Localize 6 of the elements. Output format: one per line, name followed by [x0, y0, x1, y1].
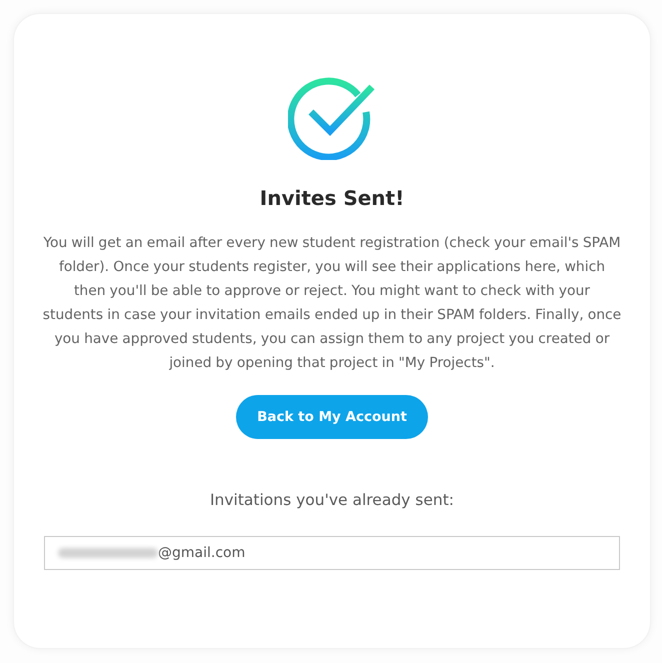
- invitations-heading: Invitations you've already sent:: [210, 490, 454, 511]
- email-field[interactable]: @gmail.com: [44, 536, 620, 570]
- check-circle-icon: [288, 76, 376, 160]
- info-message: You will get an email after every new student registration (check your email's SPAM folder). Once your students register, you will see their applications here, which then you'll be able to approve or reject. You might want to check with your students in case your invitation emails ended up in their SPAM folders. Finally, once you have approved students, you can assign them to any project you created or joined by opening that project in "My Projects".: [42, 234, 622, 373]
- success-title: Invites Sent!: [260, 185, 404, 212]
- email-value: @gmail.com: [158, 545, 246, 561]
